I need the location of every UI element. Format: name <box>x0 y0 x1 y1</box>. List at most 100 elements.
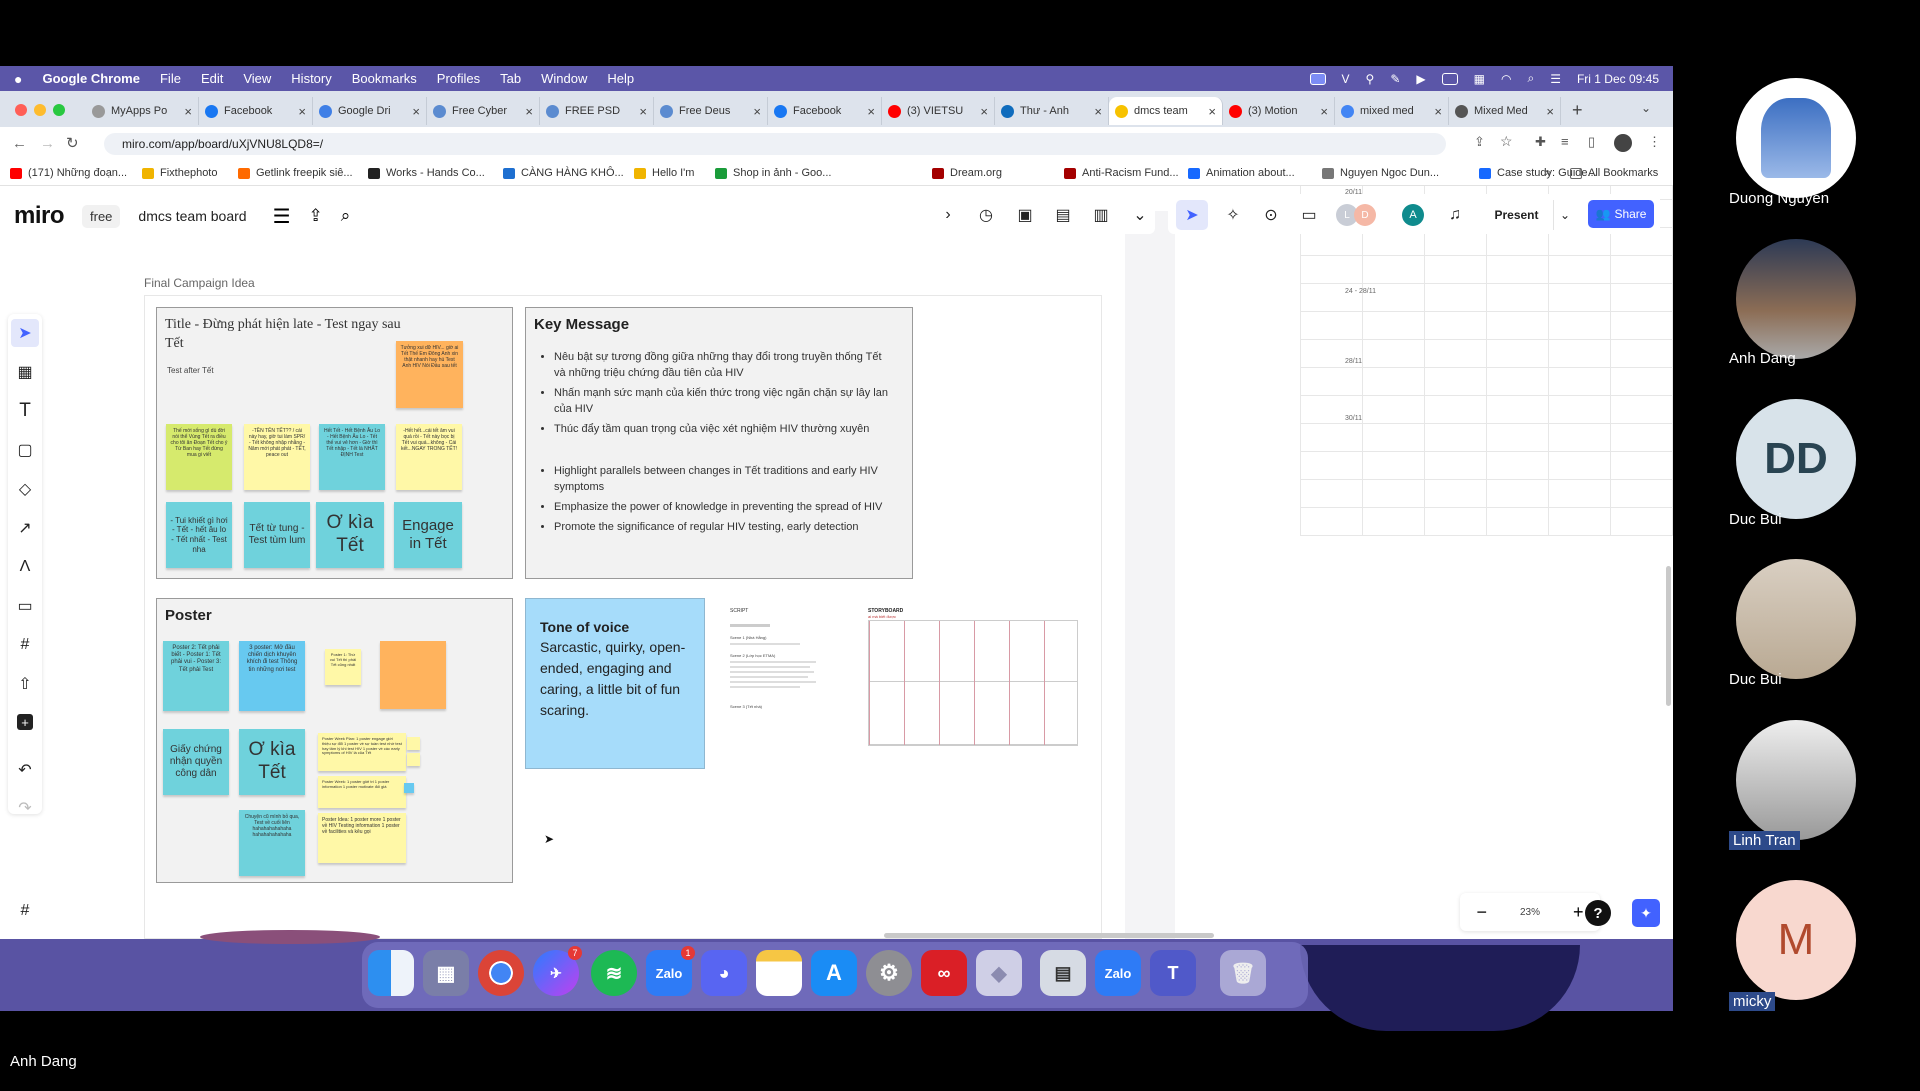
window-minimize-button[interactable] <box>34 104 46 116</box>
keyboard-icon[interactable]: ▦ <box>1474 72 1485 86</box>
system-settings-icon[interactable]: ⚙ <box>866 950 912 996</box>
bookmark-item[interactable]: Fixthephoto <box>142 167 217 179</box>
menu-view[interactable]: View <box>243 71 271 86</box>
bookmark-item[interactable]: Shop in ảnh - Goo... <box>715 167 831 179</box>
cursor-mode-icon[interactable]: ➤ <box>1176 200 1208 230</box>
sticky-note[interactable]: Poster Week: 1 poster giới tri 1 poster … <box>318 776 406 808</box>
sticky-note[interactable]: Hết Tết - Hết Bệnh Âu Lo - Hết Bệnh Âu L… <box>319 424 385 490</box>
tab[interactable]: MyApps Po × <box>86 97 199 125</box>
search-icon[interactable]: ⌕ <box>1527 71 1534 86</box>
tab-close-icon[interactable]: × <box>1320 104 1328 119</box>
sticky-note[interactable]: Poster Idea: 1 poster more 1 poster về H… <box>318 813 406 863</box>
tab[interactable]: Free Deus × <box>654 97 768 125</box>
extensions-icon[interactable]: ✚ <box>1535 134 1546 150</box>
back-icon[interactable]: ← <box>12 135 27 152</box>
tab[interactable]: Facebook × <box>768 97 882 125</box>
pen-tool-icon[interactable]: Λ <box>11 553 39 581</box>
discord-icon[interactable]: ◕ <box>701 950 747 996</box>
trash-icon[interactable]: 🗑 <box>1220 950 1266 996</box>
sticky-note[interactable]: -TỀN TÊN TẾT?? / cái này hay, giờ tui là… <box>244 424 310 490</box>
apple-icon[interactable]: ● <box>14 71 22 87</box>
expand-icon[interactable]: › <box>938 202 958 228</box>
v-app-icon[interactable]: V <box>1342 72 1350 86</box>
menu-tab[interactable]: Tab <box>500 71 521 86</box>
frame-tool-icon[interactable]: # <box>11 631 39 659</box>
menu-profiles[interactable]: Profiles <box>437 71 480 86</box>
finder-icon[interactable] <box>368 950 414 996</box>
sticky-note-icon[interactable]: ▢ <box>11 436 39 464</box>
storyboard-document[interactable]: STORYBOARD ai mà biết được <box>866 606 1082 752</box>
tab-close-icon[interactable]: × <box>525 104 533 119</box>
creative-cloud-icon[interactable]: ∞ <box>921 950 967 996</box>
vertical-scrollbar[interactable] <box>1666 566 1671 706</box>
reload-icon[interactable]: ↻ <box>66 134 79 152</box>
bookmark-star-icon[interactable]: ☆ <box>1500 133 1513 150</box>
tab-close-icon[interactable]: × <box>1208 104 1216 119</box>
zalo-icon-2[interactable]: Zalo <box>1095 950 1141 996</box>
sticky-note[interactable]: 3 poster: Mở đầu chiến dịch khuyên khích… <box>239 641 305 711</box>
board-name[interactable]: dmcs team board <box>138 208 246 224</box>
tab[interactable]: mixed med × <box>1335 97 1449 125</box>
export-icon[interactable]: ⇪ <box>309 206 323 226</box>
generic-app-icon[interactable]: ◆ <box>976 950 1022 996</box>
sticky-note[interactable]: Giấy chứng nhận quyền công dân <box>163 729 229 795</box>
menu-bookmarks[interactable]: Bookmarks <box>352 71 417 86</box>
launchpad-icon[interactable]: ▦ <box>423 950 469 996</box>
comments-icon[interactable]: ▭ <box>1298 202 1320 228</box>
menu-help[interactable]: Help <box>607 71 634 86</box>
window-zoom-button[interactable] <box>53 104 65 116</box>
bookmark-item[interactable]: CÀNG HÀNG KHÔ... <box>503 167 624 179</box>
undo-icon[interactable]: ↶ <box>11 756 39 784</box>
sticky-note-tiny[interactable] <box>407 753 420 766</box>
tone-of-voice-card[interactable]: Tone of voice Sarcastic, quirky, open-en… <box>525 598 705 769</box>
menu-history[interactable]: History <box>291 71 331 86</box>
tab[interactable]: Free Cyber × <box>427 97 540 125</box>
preview-icon[interactable]: ▤ <box>1040 950 1086 996</box>
play-icon[interactable]: ▶ <box>1416 72 1425 86</box>
reactions-icon[interactable]: ✧ <box>1222 202 1244 228</box>
horizontal-scrollbar[interactable] <box>884 933 1214 938</box>
redo-icon[interactable]: ↷ <box>11 794 39 822</box>
zoom-in-button[interactable]: + <box>1573 902 1584 923</box>
plan-badge[interactable]: free <box>82 204 121 228</box>
menu-edit[interactable]: Edit <box>201 71 223 86</box>
bookmark-item[interactable]: Nguyen Ngoc Dun... <box>1322 167 1439 179</box>
participant-avatar[interactable]: DD <box>1736 399 1856 519</box>
sticky-note[interactable]: Poster Week Plan: 1 poster engage giới t… <box>318 733 406 771</box>
sticky-note[interactable]: Chuyện cũ mình bỏ qua, Test về cuối liên… <box>239 810 305 876</box>
window-close-button[interactable] <box>15 104 27 116</box>
miro-logo[interactable]: miro <box>14 202 65 230</box>
bookmark-item[interactable]: Anti-Racism Fund... <box>1064 167 1179 179</box>
participant-avatar[interactable] <box>1736 78 1856 198</box>
sticky-note[interactable]: Thế mới sống gì dù đời nói thể Vùng Tết … <box>166 424 232 490</box>
collab-avatar-d[interactable]: D <box>1354 204 1376 226</box>
address-bar[interactable]: miro.com/app/board/uXjVNU8LQD8=/ <box>104 133 1446 155</box>
tab[interactable]: (3) VIETSU × <box>882 97 995 125</box>
share-button[interactable]: 👥 Share <box>1588 200 1654 228</box>
side-panel-icon[interactable]: ▯ <box>1588 134 1595 150</box>
tab-close-icon[interactable]: × <box>980 104 988 119</box>
bookmark-item[interactable]: Getlink freepik siê... <box>238 167 353 179</box>
present-button[interactable]: Present <box>1480 200 1554 230</box>
notes-icon[interactable]: ▥ <box>1091 202 1111 228</box>
comment-tool-icon[interactable]: ▭ <box>11 592 39 620</box>
menu-app-name[interactable]: Google Chrome <box>42 71 140 86</box>
tab-close-icon[interactable]: × <box>412 104 420 119</box>
new-tab-button[interactable]: + <box>1572 100 1583 121</box>
video-icon[interactable]: ▣ <box>1014 202 1036 228</box>
all-bookmarks[interactable]: All Bookmarks <box>1570 167 1658 179</box>
reading-list-icon[interactable]: ≡ <box>1561 134 1569 149</box>
menu-window[interactable]: Window <box>541 71 587 86</box>
tab-close-icon[interactable]: × <box>753 104 761 119</box>
tab[interactable]: Mixed Med × <box>1449 97 1561 125</box>
bookmark-item[interactable]: Hello I'm <box>634 167 694 179</box>
notes-app-icon[interactable] <box>756 950 802 996</box>
bookmark-item[interactable]: Animation about... <box>1188 167 1295 179</box>
more-apps-icon[interactable]: + <box>11 708 39 736</box>
profile-avatar[interactable] <box>1614 134 1632 152</box>
frames-panel-icon[interactable]: # <box>11 897 39 925</box>
tab-close-icon[interactable]: × <box>1094 104 1102 119</box>
spotify-icon[interactable]: ≋ <box>591 950 637 996</box>
tab-close-icon[interactable]: × <box>184 104 192 119</box>
teams-icon[interactable]: T <box>1150 950 1196 996</box>
